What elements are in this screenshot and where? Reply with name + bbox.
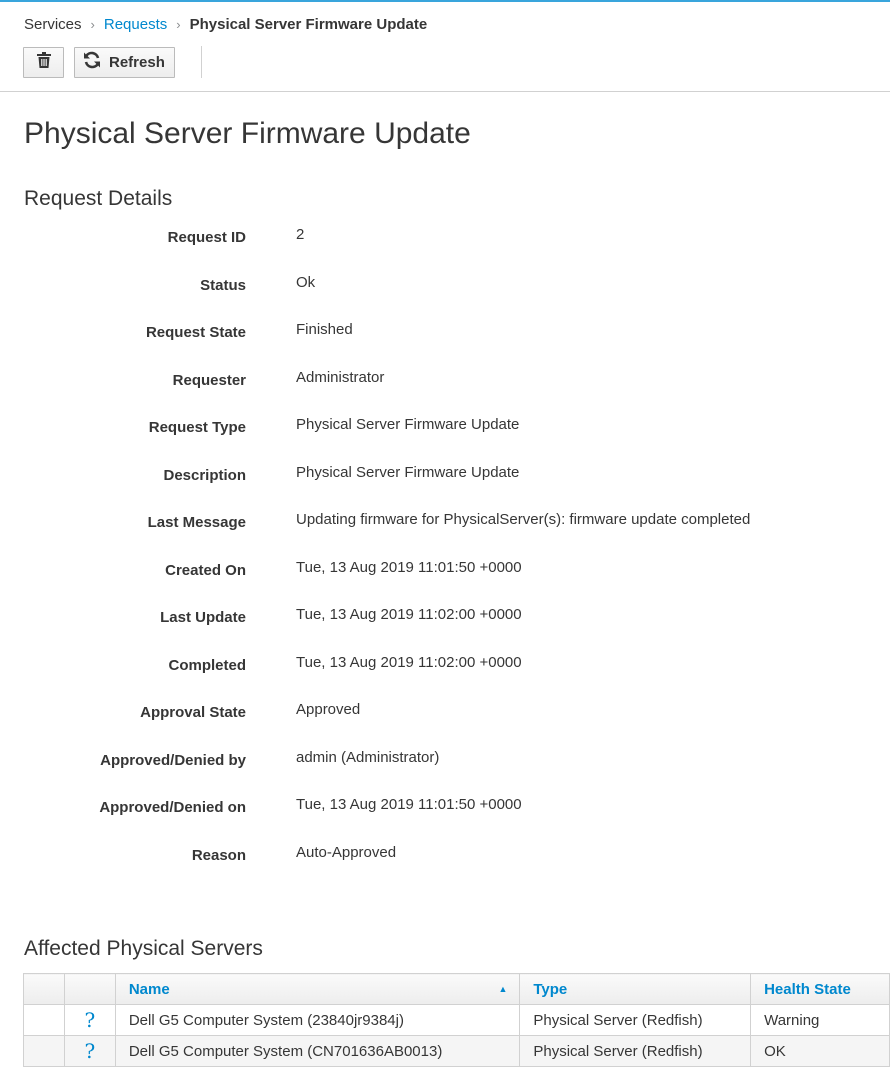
row-select-cell[interactable]	[23, 1035, 65, 1067]
affected-servers-title: Affected Physical Servers	[24, 937, 263, 960]
table-header-row: Name ▲ Type Health State	[23, 973, 890, 1005]
detail-value: Approved	[296, 701, 361, 718]
toolbar: Refresh	[23, 46, 202, 78]
detail-value: Tue, 13 Aug 2019 11:01:50 +0000	[296, 796, 522, 813]
detail-row-request-id: Request ID 2	[0, 226, 890, 250]
column-header-name[interactable]: Name ▲	[114, 973, 521, 1005]
detail-row-last-update: Last Update Tue, 13 Aug 2019 11:02:00 +0…	[0, 606, 890, 630]
row-icon-cell: ?	[63, 1004, 116, 1036]
detail-row-request-state: Request State Finished	[0, 321, 890, 345]
column-header-label: Type	[533, 980, 568, 998]
detail-value: Physical Server Firmware Update	[296, 463, 520, 481]
row-icon-cell: ?	[63, 1035, 116, 1067]
column-header-label: Name	[128, 980, 170, 998]
detail-row-completed: Completed Tue, 13 Aug 2019 11:02:00 +000…	[0, 654, 890, 678]
detail-value: 2	[296, 226, 305, 243]
refresh-icon	[83, 51, 101, 73]
detail-value: Ok	[296, 273, 316, 291]
question-mark-icon: ?	[84, 1008, 96, 1032]
detail-value: Finished	[296, 321, 353, 338]
toolbar-divider	[201, 46, 202, 78]
row-type-cell: Physical Server (Redfish)	[519, 1035, 752, 1067]
row-health-cell: Warning	[750, 1004, 890, 1036]
detail-row-approved-denied-by: Approved/Denied by admin (Administrator)	[0, 749, 890, 773]
breadcrumb-requests[interactable]: Requests	[104, 16, 167, 33]
detail-row-requester: Requester Administrator	[0, 369, 890, 393]
detail-label: Request Type	[148, 419, 246, 436]
page-title: Physical Server Firmware Update	[24, 117, 471, 150]
detail-value: Administrator	[296, 368, 385, 386]
breadcrumb: Services › Requests › Physical Server Fi…	[24, 14, 427, 34]
table-row[interactable]: ? Dell G5 Computer System (CN701636AB001…	[23, 1035, 890, 1067]
table-row[interactable]: ? Dell G5 Computer System (23840jr9384j)…	[23, 1004, 890, 1036]
row-health-cell: OK	[750, 1035, 890, 1067]
row-name-cell: Dell G5 Computer System (23840jr9384j)	[114, 1004, 521, 1036]
top-accent-line	[0, 0, 890, 2]
delete-button[interactable]	[23, 46, 64, 78]
detail-label: Request ID	[167, 229, 246, 246]
detail-row-status: Status Ok	[0, 274, 890, 298]
row-name-cell: Dell G5 Computer System (CN701636AB0013)	[114, 1035, 521, 1067]
detail-row-description: Description Physical Server Firmware Upd…	[0, 464, 890, 488]
select-column-header	[23, 973, 65, 1005]
detail-label: Last Message	[147, 514, 246, 531]
detail-label: Status	[200, 276, 246, 294]
detail-value: Tue, 13 Aug 2019 11:02:00 +0000	[296, 606, 522, 623]
header-divider	[0, 91, 890, 92]
breadcrumb-services[interactable]: Services	[24, 16, 82, 33]
icon-column-header	[63, 973, 116, 1005]
detail-label: Description	[163, 466, 246, 484]
chevron-right-icon: ›	[90, 16, 95, 32]
detail-value: Tue, 13 Aug 2019 11:01:50 +0000	[296, 558, 522, 576]
sort-ascending-icon: ▲	[498, 984, 508, 994]
detail-label: Request State	[145, 324, 246, 341]
refresh-button[interactable]: Refresh	[74, 46, 175, 78]
row-select-cell[interactable]	[23, 1004, 65, 1036]
detail-row-approved-denied-on: Approved/Denied on Tue, 13 Aug 2019 11:0…	[0, 796, 890, 820]
detail-row-approval-state: Approval State Approved	[0, 701, 890, 725]
detail-row-reason: Reason Auto-Approved	[0, 844, 890, 868]
detail-value: Updating firmware for PhysicalServer(s):…	[296, 511, 751, 528]
breadcrumb-current: Physical Server Firmware Update	[189, 15, 428, 33]
detail-label: Last Update	[160, 609, 246, 626]
request-details-title: Request Details	[24, 187, 173, 210]
affected-servers-table: Name ▲ Type Health State ? Dell G5 Compu…	[23, 973, 890, 1067]
detail-row-last-message: Last Message Updating firmware for Physi…	[0, 511, 890, 535]
trash-icon	[36, 52, 51, 72]
detail-label: Created On	[165, 561, 246, 579]
question-mark-icon: ?	[84, 1039, 96, 1063]
detail-value: admin (Administrator)	[296, 748, 440, 766]
detail-label: Reason	[191, 846, 246, 864]
detail-value: Tue, 13 Aug 2019 11:02:00 +0000	[296, 653, 522, 671]
detail-label: Completed	[168, 656, 246, 674]
column-header-type[interactable]: Type	[519, 973, 752, 1005]
row-type-cell: Physical Server (Redfish)	[519, 1004, 752, 1036]
detail-label: Requester	[172, 371, 246, 389]
refresh-label: Refresh	[109, 53, 165, 71]
detail-label: Approved/Denied on	[99, 799, 246, 816]
detail-row-request-type: Request Type Physical Server Firmware Up…	[0, 416, 890, 440]
detail-row-created-on: Created On Tue, 13 Aug 2019 11:01:50 +00…	[0, 559, 890, 583]
detail-value: Physical Server Firmware Update	[296, 416, 520, 433]
detail-label: Approved/Denied by	[100, 751, 246, 769]
column-header-label: Health State	[764, 980, 851, 998]
detail-value: Auto-Approved	[296, 843, 397, 861]
column-header-health-state[interactable]: Health State	[750, 973, 890, 1005]
detail-label: Approval State	[140, 704, 246, 721]
chevron-right-icon: ›	[176, 16, 181, 32]
